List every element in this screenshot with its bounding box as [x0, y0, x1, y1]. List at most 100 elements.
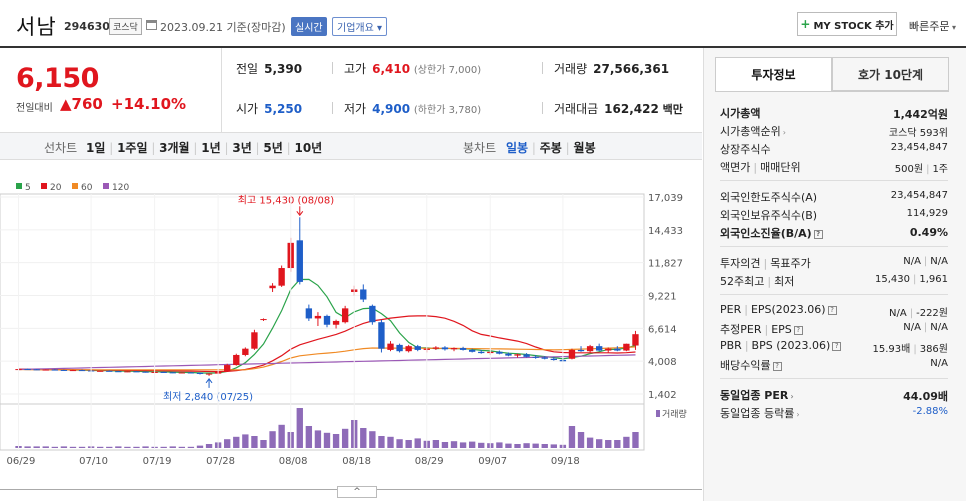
x-tick-label: 07/10	[79, 456, 108, 467]
volume-bar	[169, 446, 176, 448]
section-divider	[720, 180, 948, 181]
candle-chart-label: 봉차트	[463, 141, 497, 155]
volume: 거래량 27,566,361	[554, 62, 670, 76]
y-tick-label: 4,008	[648, 357, 677, 368]
volume-bar	[496, 442, 503, 448]
line-period-3[interactable]: 1년	[201, 141, 220, 155]
help-icon[interactable]: ?	[793, 325, 803, 335]
line-period-0[interactable]: 1일	[86, 141, 105, 155]
candle-body	[414, 346, 421, 350]
base-date: 2023.09.21 기준(장마감)	[160, 21, 286, 34]
legend-swatch-20	[41, 183, 47, 189]
volume-bar	[360, 428, 367, 448]
candle-body	[242, 348, 249, 355]
line-period-6[interactable]: 10년	[294, 141, 322, 155]
help-icon[interactable]: ?	[772, 361, 782, 371]
chart-svg: 5 20 60 120 17,039 14,433 11,827 9,221 6,614 4,00…	[0, 183, 687, 467]
info-row[interactable]: 시가총액순위 › 코스닥 593위	[720, 123, 948, 139]
info-row: PBR | BPS (2023.06)? 15.93배 | 386원	[720, 339, 948, 355]
legend-swatch-60	[72, 183, 78, 189]
candle-period-0[interactable]: 일봉	[506, 141, 528, 155]
info-row: 52주최고 | 최저 15,430 | 1,961	[720, 274, 948, 288]
volume-plot-frame	[0, 403, 645, 451]
volume-bar	[33, 446, 40, 448]
volume-bar	[577, 432, 585, 448]
low-annotation: 최저 2,840 (07/25)	[163, 391, 253, 403]
candle-body	[523, 354, 530, 357]
candle-body	[42, 369, 49, 371]
stock-code: 294630	[64, 20, 110, 33]
volume-bar	[541, 444, 548, 448]
info-row[interactable]: 동일업종 등락률 › -2.88%	[720, 405, 948, 421]
chart-collapse-button[interactable]: ^	[337, 486, 377, 498]
help-icon[interactable]: ?	[827, 305, 837, 315]
line-chart-label: 선차트	[44, 141, 78, 155]
chevron-right-icon: ›	[796, 410, 800, 419]
x-tick-label: 06/29	[7, 456, 36, 467]
candle-period-1[interactable]: 주봉	[540, 141, 562, 155]
volume-bar	[106, 446, 113, 448]
candle-body	[314, 315, 322, 319]
candle-body	[568, 349, 576, 359]
candle-body	[332, 320, 340, 325]
candle-body	[133, 371, 140, 373]
mystock-add-button[interactable]: + MY STOCK 추가	[797, 12, 897, 36]
change-value: ▲760	[60, 95, 103, 113]
candle-body	[60, 369, 68, 371]
quick-order-button[interactable]: 빠른주문 ▾	[909, 18, 956, 34]
price-plot-frame	[0, 193, 645, 405]
company-overview-button[interactable]: 기업개요 ▾	[332, 17, 388, 36]
candle-body	[468, 349, 476, 352]
realtime-button[interactable]: 실시간	[291, 17, 327, 36]
candle-body	[360, 289, 367, 300]
volume-bar	[233, 436, 240, 448]
ma-line-120	[18, 354, 636, 371]
volume-bar	[378, 436, 385, 448]
candle-body	[24, 369, 31, 371]
info-row: 추정PER | EPS? N/A | N/A	[720, 322, 948, 336]
low-price: 저가 4,900 (하한가 3,780)	[344, 102, 482, 116]
candle-body	[496, 351, 503, 354]
candle-period-2[interactable]: 월봉	[574, 141, 596, 155]
volume-label: 거래량	[662, 408, 687, 420]
current-price-block: 6,150 전일대비 ▲760 +14.10%	[0, 48, 222, 132]
info-row[interactable]: 동일업종 PER › 44.09배	[720, 387, 948, 403]
tab-invest-info[interactable]: 투자정보	[715, 57, 832, 91]
candle-body	[432, 347, 440, 349]
chevron-down-icon: ▾	[949, 23, 957, 32]
volume-bar	[614, 440, 621, 448]
invest-info-panel: 투자정보 호가 10단계 시가총액 1,442억원 시가총액순위 › 코스닥 593위 상…	[703, 48, 966, 501]
tab-orderbook-10[interactable]: 호가 10단계	[832, 57, 949, 91]
line-period-4[interactable]: 3년	[232, 141, 251, 155]
info-row: 배당수익률? N/A	[720, 358, 948, 372]
info-row: 액면가 | 매매단위 500원 | 1주	[720, 161, 948, 175]
candle-body	[441, 347, 449, 350]
candle-body	[178, 372, 186, 374]
volume-bar	[459, 442, 467, 448]
x-tick-label: 09/07	[478, 456, 507, 467]
volume-bar	[605, 440, 612, 448]
legend-label-20: 20	[50, 183, 62, 193]
high-annotation: 최고 15,430 (08/08)	[238, 194, 334, 206]
change-label: 전일대비	[16, 103, 53, 114]
candle-body	[323, 315, 331, 325]
candle-body	[115, 371, 122, 373]
volume-bar	[623, 436, 630, 448]
legend-swatch-120	[103, 183, 109, 189]
line-period-1[interactable]: 1주일	[117, 141, 147, 155]
stock-name: 서남	[16, 15, 57, 39]
candle-body	[405, 346, 412, 352]
high-price: 고가 6,410 (상한가 7,000)	[344, 62, 482, 76]
help-icon[interactable]: ?	[832, 341, 842, 351]
line-period-2[interactable]: 3개월	[159, 141, 189, 155]
volume-bar	[305, 426, 313, 448]
volume-bar	[523, 443, 530, 448]
volume-bar	[97, 446, 104, 448]
section-divider	[720, 378, 948, 379]
candle-body	[33, 369, 40, 371]
chevron-right-icon: ›	[790, 392, 794, 401]
help-icon[interactable]: ?	[813, 229, 823, 239]
plus-icon: +	[800, 17, 811, 31]
line-period-5[interactable]: 5년	[263, 141, 282, 155]
candle-body	[450, 348, 458, 350]
